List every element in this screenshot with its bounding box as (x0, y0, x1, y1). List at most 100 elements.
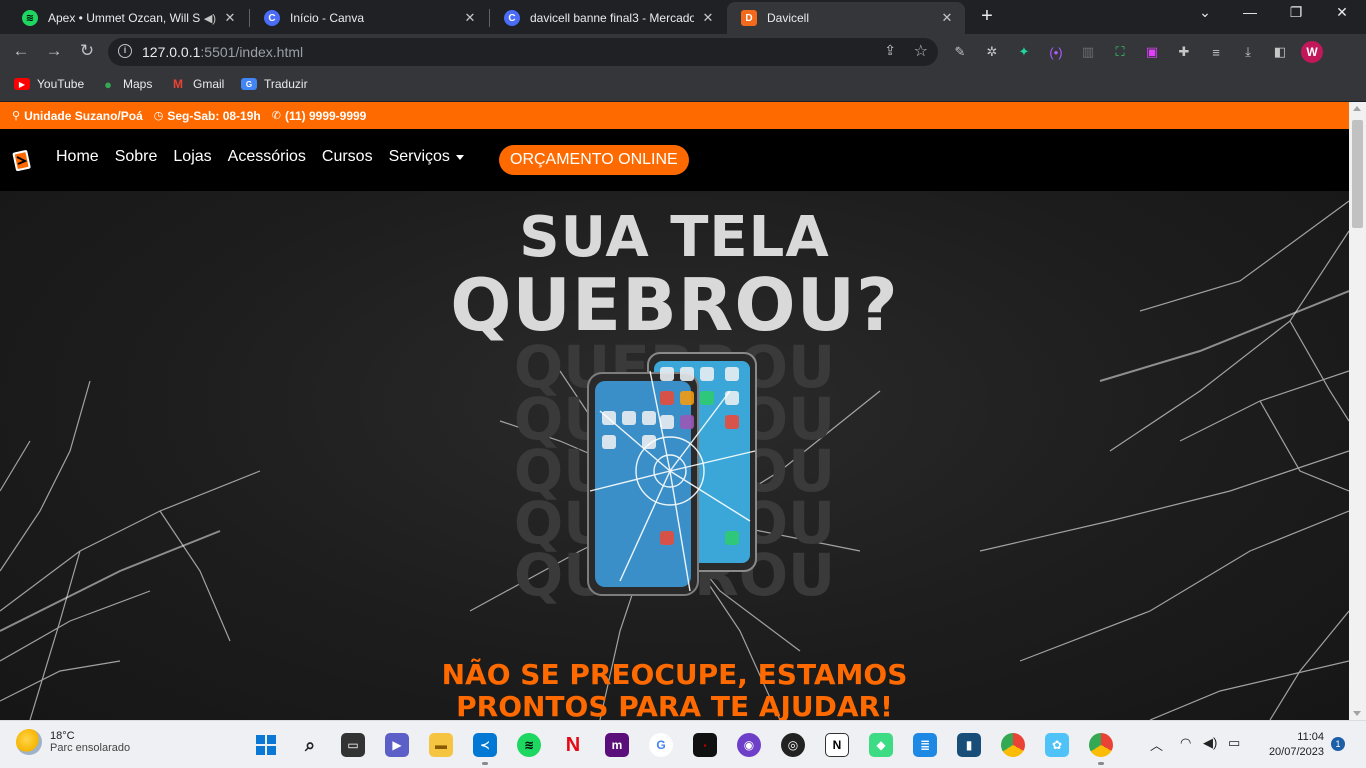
vscode-icon[interactable]: ≺ (473, 733, 497, 765)
tab-canva-home[interactable]: C Início - Canva ✕ (250, 2, 488, 34)
start-button[interactable] (254, 733, 278, 757)
netflix-icon[interactable]: N (561, 733, 585, 757)
spotify-icon: ≋ (22, 10, 38, 26)
chevron-up-icon[interactable]: ︿ (1150, 735, 1163, 754)
scroll-down-arrow-icon[interactable] (1353, 711, 1361, 716)
extensions-puzzle-icon[interactable]: ✚ (1175, 43, 1193, 61)
nav-lojas[interactable]: Lojas (173, 148, 211, 166)
site-info-icon[interactable]: i (118, 44, 132, 58)
bookmark-maps[interactable]: ● Maps (100, 77, 152, 92)
tab-title: Início - Canva (290, 11, 365, 25)
new-tab-button[interactable]: + (976, 6, 998, 28)
translate-icon: G (241, 78, 257, 90)
system-clock[interactable]: 11:04 20/07/2023 (1258, 730, 1324, 760)
bookmark-star-icon[interactable]: ☆ (914, 41, 928, 61)
tab-search-icon[interactable]: ⌄ (1185, 4, 1225, 21)
chrome-icon[interactable] (1001, 733, 1025, 757)
nav-servicos[interactable]: Serviços (389, 148, 464, 166)
broken-phones-image (587, 352, 757, 596)
nav-sobre[interactable]: Sobre (115, 148, 158, 166)
spotify-taskbar-icon[interactable]: ≋ (517, 733, 541, 757)
volume-icon[interactable]: ◀) (1203, 735, 1217, 751)
clock-icon: ◷ (153, 110, 164, 122)
hero-title-line1: SUA TELA (519, 205, 830, 270)
download-icon[interactable]: ⤓ (1239, 43, 1257, 61)
close-icon[interactable]: ✕ (462, 10, 478, 26)
page-scrollbar[interactable] (1349, 102, 1366, 720)
tab-title: davicell banne final3 - Mercado S (530, 11, 694, 25)
android-studio-icon[interactable]: ◆ (869, 733, 893, 757)
scrollbar-thumb[interactable] (1352, 120, 1363, 228)
bookmark-youtube[interactable]: ▶ YouTube (14, 77, 84, 91)
gear-extension-icon[interactable]: ✲ (983, 43, 1001, 61)
bookmark-label: Traduzir (264, 77, 308, 91)
game-app-icon[interactable]: ▪ (693, 733, 717, 757)
battery-icon[interactable]: ▭ (1228, 735, 1240, 751)
profile-avatar[interactable]: W (1301, 41, 1323, 63)
davicell-logo[interactable] (12, 149, 32, 171)
close-icon[interactable]: ✕ (222, 10, 238, 26)
bookmark-gmail[interactable]: M Gmail (170, 77, 224, 91)
minimize-button[interactable]: — (1230, 4, 1270, 20)
mubi-icon[interactable]: m (605, 733, 629, 757)
url-host: 127.0.0.1 (142, 44, 201, 60)
location-info: ⚲ Unidade Suzano/Poá (12, 109, 143, 123)
canva-icon: C (504, 10, 520, 26)
site-navbar: Home Sobre Lojas Acessórios Cursos Servi… (0, 129, 1349, 191)
wifi-icon[interactable]: ◠ (1180, 735, 1191, 751)
notion-icon[interactable]: N (825, 733, 849, 757)
chevron-down-icon (455, 154, 464, 160)
teams-chat-icon[interactable]: ▶ (385, 733, 409, 757)
screenshot-extension-icon[interactable]: ⛶ (1111, 43, 1129, 61)
nav-cursos[interactable]: Cursos (322, 148, 373, 166)
close-window-button[interactable]: ✕ (1322, 4, 1362, 21)
restore-button[interactable]: ❐ (1276, 4, 1316, 21)
url-text[interactable]: 127.0.0.1:5501/index.html (142, 44, 303, 60)
nav-home[interactable]: Home (56, 148, 99, 166)
bookmark-label: Gmail (193, 77, 225, 91)
google-icon[interactable]: G (649, 733, 673, 757)
scroll-up-arrow-icon[interactable] (1353, 106, 1361, 111)
forward-button[interactable]: → (43, 41, 65, 61)
gmail-icon: M (173, 77, 183, 91)
d-extension-icon[interactable]: ▣ (1143, 43, 1161, 61)
weather-temp: 18°C (50, 730, 75, 742)
share-icon[interactable]: ⇪ (884, 42, 896, 59)
task-view-icon[interactable]: ▭ (341, 733, 365, 757)
weather-widget[interactable]: 18°C Parc ensolarado (16, 729, 130, 755)
chrome-profile-icon[interactable] (1089, 733, 1113, 765)
orcamento-online-button[interactable]: ORÇAMENTO ONLINE (499, 145, 689, 175)
file-explorer-icon[interactable]: ▬ (429, 733, 453, 757)
back-button[interactable]: ← (10, 41, 32, 61)
speaker-icon[interactable]: ◀) (204, 12, 216, 25)
tab-davicell[interactable]: D Davicell ✕ (727, 2, 965, 34)
browser-tab-strip: ≋ Apex • Ummet Ozcan, Will Sp ◀) ✕ C Iní… (0, 0, 1366, 34)
paint-icon[interactable]: ✿ (1045, 733, 1069, 757)
media-queue-icon[interactable]: ≡ (1207, 43, 1225, 61)
notepad-icon[interactable]: ≣ (913, 733, 937, 757)
nav-acessorios[interactable]: Acessórios (228, 148, 306, 166)
reload-button[interactable]: ↻ (76, 41, 98, 61)
close-icon[interactable]: ✕ (939, 10, 955, 26)
davicell-icon: D (741, 10, 757, 26)
address-bar[interactable]: i 127.0.0.1:5501/index.html ⇪ ☆ (108, 38, 938, 66)
pen-extension-icon[interactable]: ✎ (951, 43, 969, 61)
notification-badge[interactable]: 1 (1331, 737, 1345, 751)
tab-spotify[interactable]: ≋ Apex • Ummet Ozcan, Will Sp ◀) ✕ (8, 2, 248, 34)
search-icon[interactable]: ⌕ (298, 733, 322, 757)
web-page: ⚲ Unidade Suzano/Poá ◷ Seg-Sab: 08-19h ✆ (1… (0, 102, 1349, 720)
url-path: :5501/index.html (200, 44, 304, 60)
book-app-icon[interactable]: ▮ (957, 733, 981, 757)
close-icon[interactable]: ✕ (700, 10, 716, 26)
side-panel-icon[interactable]: ◧ (1271, 43, 1289, 61)
bookmark-translate[interactable]: G Traduzir (241, 77, 308, 91)
windows-logo-icon (256, 735, 276, 755)
obs-icon[interactable]: ◎ (781, 733, 805, 757)
youtube-icon: ▶ (14, 78, 30, 90)
phone-info: ✆ (11) 9999-9999 (272, 109, 367, 123)
github-desktop-icon[interactable]: ◉ (737, 733, 761, 757)
bird-extension-icon[interactable]: ✦ (1015, 43, 1033, 61)
tab-canva-design[interactable]: C davicell banne final3 - Mercado S ✕ (490, 2, 726, 34)
radio-extension-icon[interactable]: (•) (1047, 43, 1065, 61)
grid-extension-icon[interactable]: ▥ (1079, 43, 1097, 61)
